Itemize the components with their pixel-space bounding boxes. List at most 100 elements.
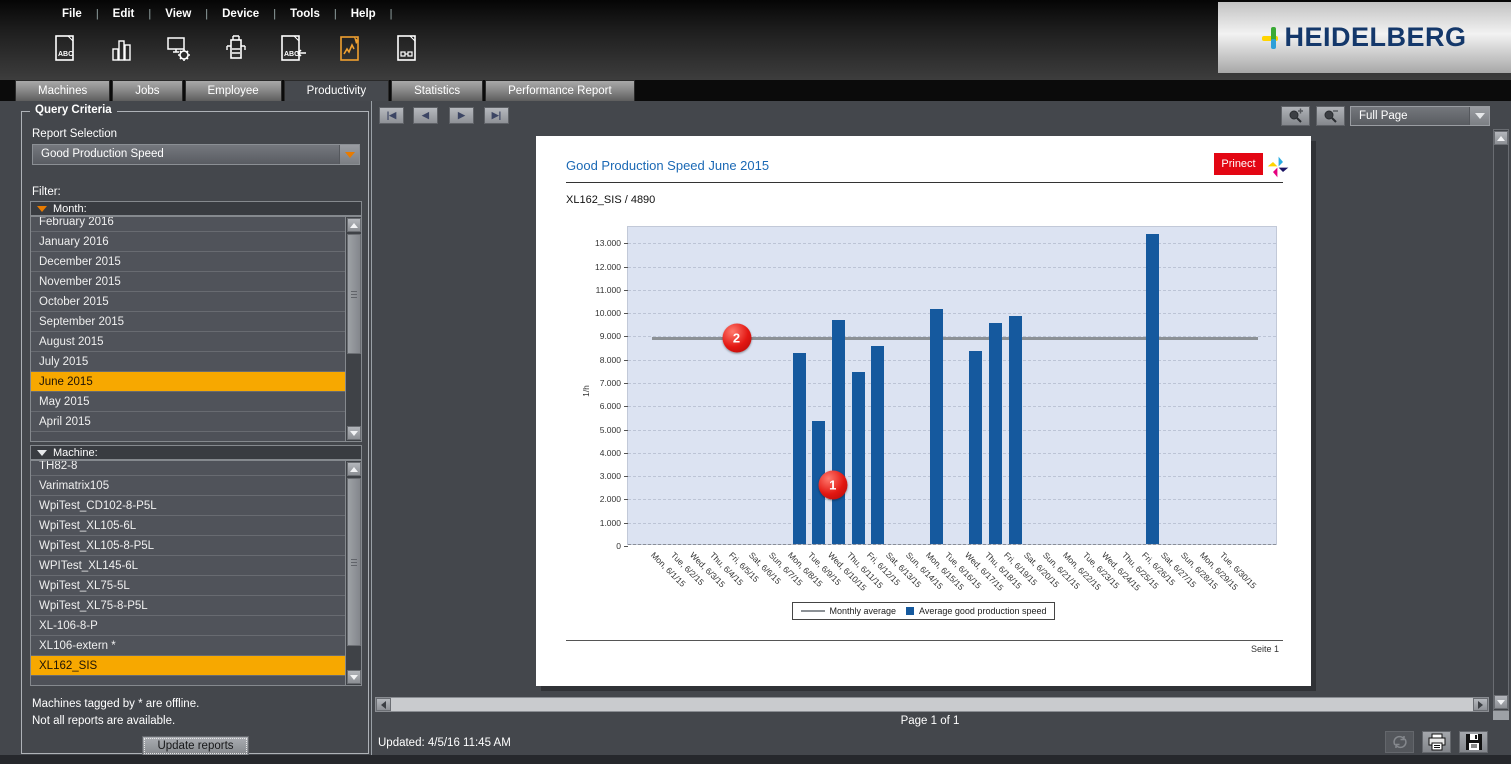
machine-section-header[interactable]: Machine: <box>30 445 362 460</box>
tab-jobs[interactable]: Jobs <box>112 80 182 101</box>
month-item[interactable]: May 2015 <box>31 392 345 412</box>
month-item[interactable]: August 2015 <box>31 332 345 352</box>
process-document-icon[interactable] <box>392 32 422 66</box>
y-tick-mark <box>624 290 628 291</box>
save-icon[interactable] <box>1459 731 1488 753</box>
month-item[interactable]: November 2015 <box>31 272 345 292</box>
machine-item[interactable]: TH82-8 <box>31 460 345 476</box>
machine-item[interactable]: WPITest_XL145-6L <box>31 556 345 576</box>
machine-item[interactable]: WpiTest_XL105-8-P5L <box>31 536 345 556</box>
machine-item[interactable]: WpiTest_XL75-5L <box>31 576 345 596</box>
tab-employee[interactable]: Employee <box>185 80 282 101</box>
scroll-up-icon[interactable] <box>1494 131 1508 145</box>
machine-item[interactable]: XL162_SIS <box>31 656 345 676</box>
tab-bar: MachinesJobsEmployeeProductivityStatisti… <box>0 80 1511 101</box>
month-item[interactable]: December 2015 <box>31 252 345 272</box>
tab-statistics[interactable]: Statistics <box>391 80 483 101</box>
gridline <box>628 267 1276 268</box>
zoom-out-icon[interactable] <box>1316 106 1345 126</box>
y-tick-label: 4.000 <box>600 448 621 458</box>
machine-item[interactable]: WpiTest_CD102-8-P5L <box>31 496 345 516</box>
month-list-scrollbar[interactable] <box>345 217 361 441</box>
menu-item-tools[interactable]: Tools <box>276 5 334 23</box>
bar-chart-icon[interactable] <box>107 32 137 66</box>
scroll-right-icon[interactable] <box>1473 698 1488 711</box>
machine-item[interactable]: WpiTest_XL75-8-P5L <box>31 596 345 616</box>
y-tick-label: 6.000 <box>600 401 621 411</box>
legend-label: Average good production speed <box>919 606 1046 616</box>
scroll-down-icon[interactable] <box>347 426 361 440</box>
y-tick-mark <box>624 336 628 337</box>
y-tick-label: 7.000 <box>600 378 621 388</box>
bar-Thu-6-11-15 <box>852 372 865 544</box>
first-page-button[interactable]: |◀ <box>379 107 404 124</box>
tab-productivity[interactable]: Productivity <box>284 80 389 101</box>
month-section-header[interactable]: Month: <box>30 201 362 216</box>
tab-machines[interactable]: Machines <box>15 80 110 101</box>
report-title: Good Production Speed June 2015 <box>566 158 769 173</box>
report-selection-dropdown[interactable]: Good Production Speed <box>32 144 360 165</box>
scroll-up-icon[interactable] <box>347 218 361 232</box>
scrollbar-thumb[interactable] <box>347 478 361 646</box>
update-reports-button[interactable]: Update reports <box>142 736 249 756</box>
y-tick-label: 12.000 <box>595 262 621 272</box>
month-item[interactable]: February 2016 <box>31 216 345 232</box>
collapse-triangle-icon <box>37 206 47 212</box>
month-item[interactable]: September 2015 <box>31 312 345 332</box>
gridline <box>628 523 1276 524</box>
horizontal-scrollbar[interactable] <box>375 697 1489 712</box>
vertical-scrollbar[interactable] <box>1493 129 1509 711</box>
y-tick-mark <box>624 243 628 244</box>
print-icon[interactable] <box>1422 731 1451 753</box>
heidelberg-logo-text: HEIDELBERG <box>1284 22 1466 53</box>
menu-item-help[interactable]: Help <box>337 5 390 23</box>
scroll-down-icon[interactable] <box>1494 695 1508 709</box>
zoom-level-dropdown[interactable]: Full Page <box>1350 106 1490 126</box>
month-item[interactable]: October 2015 <box>31 292 345 312</box>
zoom-in-icon[interactable] <box>1281 106 1310 126</box>
press-machine-icon[interactable] <box>221 32 251 66</box>
next-page-button[interactable]: ▶ <box>449 107 474 124</box>
query-criteria-groupbox: Query Criteria Report Selection Good Pro… <box>21 111 369 754</box>
machine-item[interactable]: XL106-extern * <box>31 636 345 656</box>
computer-settings-icon[interactable] <box>164 32 194 66</box>
bar-Wed-6-10-15 <box>832 320 845 544</box>
scroll-down-icon[interactable] <box>347 670 361 684</box>
bar-chart-plot: 1/h 01.0002.0003.0004.0005.0006.0007.000… <box>627 226 1277 545</box>
scroll-up-icon[interactable] <box>347 462 361 476</box>
tab-performance-report[interactable]: Performance Report <box>485 80 635 101</box>
previous-page-button[interactable]: ◀ <box>413 107 438 124</box>
y-tick-mark <box>624 476 628 477</box>
chevron-down-icon[interactable] <box>339 145 359 164</box>
menu-item-view[interactable]: View <box>151 5 205 23</box>
bar-Fri-6-26-15 <box>1146 234 1159 544</box>
scrollbar-thumb[interactable] <box>347 234 361 354</box>
machine-item[interactable]: WpiTest_XL105-6L <box>31 516 345 536</box>
menu-item-device[interactable]: Device <box>208 5 273 23</box>
month-item[interactable]: April 2015 <box>31 412 345 432</box>
toolbar: ABC ABC <box>50 32 422 66</box>
report-document-icon[interactable]: ABC <box>50 32 80 66</box>
legend-bar-swatch <box>906 607 914 615</box>
performance-report-icon[interactable] <box>335 32 365 66</box>
last-page-button[interactable]: ▶| <box>484 107 509 124</box>
report-subtitle: XL162_SIS / 4890 <box>566 194 655 206</box>
machine-item[interactable]: Varimatrix105 <box>31 476 345 496</box>
y-tick-mark <box>624 499 628 500</box>
y-tick-label: 11.000 <box>596 285 621 295</box>
month-item[interactable]: June 2015 <box>31 372 345 392</box>
scroll-left-icon[interactable] <box>376 698 391 711</box>
machine-list-scrollbar[interactable] <box>345 461 361 685</box>
y-tick-label: 9.000 <box>600 331 621 341</box>
month-section-label: Month: <box>53 203 87 215</box>
document-import-icon[interactable]: ABC <box>278 32 308 66</box>
month-item[interactable]: July 2015 <box>31 352 345 372</box>
month-item[interactable]: January 2016 <box>31 232 345 252</box>
chevron-down-icon[interactable] <box>1469 107 1489 125</box>
gridline <box>628 453 1276 454</box>
menu-item-edit[interactable]: Edit <box>99 5 149 23</box>
menu-item-file[interactable]: File <box>48 5 96 23</box>
bar-Fri-6-12-15 <box>871 346 884 544</box>
query-criteria-sidebar: Query Criteria Report Selection Good Pro… <box>0 101 372 755</box>
machine-item[interactable]: XL-106-8-P <box>31 616 345 636</box>
